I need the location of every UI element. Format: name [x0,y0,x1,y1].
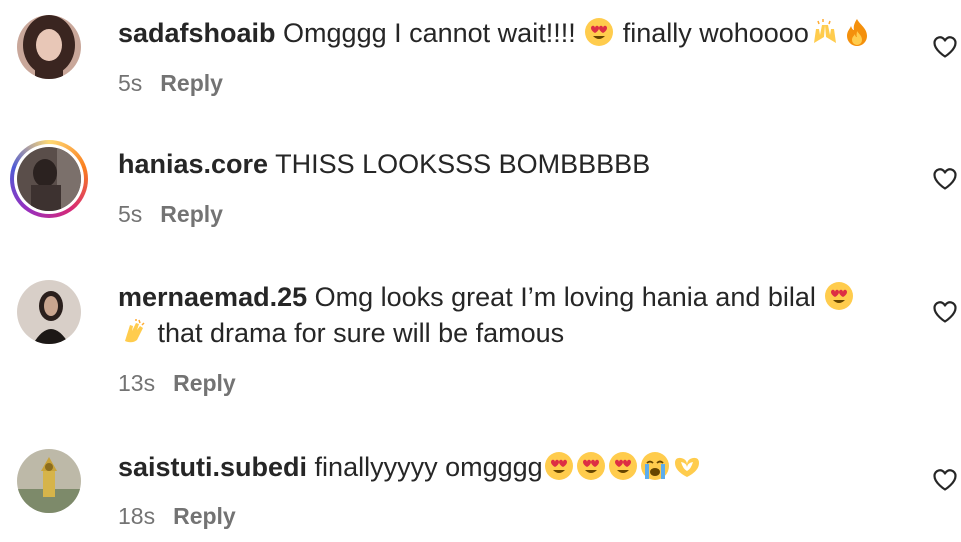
raising-hands-emoji-icon [813,19,836,43]
comment-body-continued: finally wohoooo [615,18,809,48]
username[interactable]: sadafshoaib [118,18,276,48]
heart-eyes-emoji-icon [544,452,573,480]
avatar[interactable] [17,147,81,211]
comment-text: sadafshoaib Omgggg I cannot wait!!!! fin… [118,15,888,51]
avatar[interactable] [17,449,81,513]
comment-text: saistuti.subedi finallyyyyy omgggg [118,449,888,485]
comment-meta: 5s Reply [118,70,223,97]
heart-eyes-emoji-icon [585,18,614,46]
heart-hands-emoji-icon [674,457,699,477]
avatar[interactable] [17,280,81,344]
comment-meta: 13s Reply [118,370,236,397]
heart-eyes-emoji-icon [608,452,637,480]
clapping-hands-emoji-icon [125,319,145,343]
username[interactable]: saistuti.subedi [118,452,307,482]
comment-text: mernaemad.25 Omg looks great I’m loving … [118,279,888,351]
like-heart-icon[interactable] [931,298,959,324]
comment-time: 5s [118,70,143,96]
comment-body: Omg looks great I’m loving hania and bil… [307,282,824,312]
username[interactable]: hanias.core [118,149,268,179]
reply-button[interactable]: Reply [173,370,236,396]
story-ring[interactable] [10,140,88,218]
like-heart-icon[interactable] [931,33,959,59]
like-heart-icon[interactable] [931,165,959,191]
reply-button[interactable]: Reply [173,503,236,529]
comment-time: 13s [118,370,156,396]
comment-time: 5s [118,201,143,227]
comment-body: THISS LOOKSSS BOMBBBBB [268,149,651,179]
comment-meta: 5s Reply [118,201,223,228]
comment-body-continued: that drama for sure will be famous [150,318,565,348]
fire-emoji-icon [846,19,867,46]
username[interactable]: mernaemad.25 [118,282,307,312]
comment-text: hanias.core THISS LOOKSSS BOMBBBBB [118,146,888,182]
avatar[interactable] [17,15,81,79]
reply-button[interactable]: Reply [160,201,223,227]
comment-body: finallyyyyy omgggg [307,452,543,482]
like-heart-icon[interactable] [931,466,959,492]
comment-meta: 18s Reply [118,503,236,530]
loudly-crying-emoji-icon [640,452,669,480]
reply-button[interactable]: Reply [160,70,223,96]
heart-eyes-emoji-icon [576,452,605,480]
heart-eyes-emoji-icon [825,282,854,310]
comment-body: Omgggg I cannot wait!!!! [275,18,584,48]
comment-time: 18s [118,503,156,529]
